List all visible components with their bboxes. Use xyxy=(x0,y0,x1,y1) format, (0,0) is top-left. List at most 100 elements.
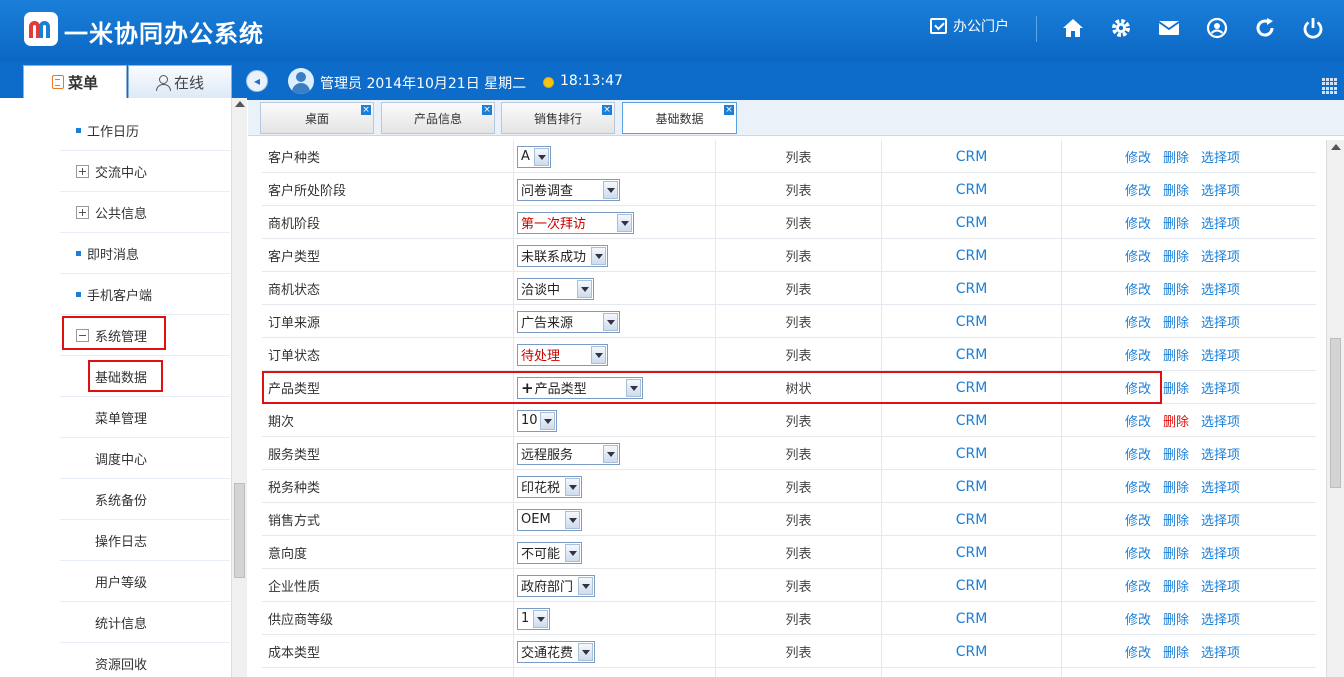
sidebar-item[interactable]: 菜单管理 xyxy=(60,397,230,438)
value-select[interactable]: 交通花费 xyxy=(517,640,595,663)
main-scrollbar[interactable] xyxy=(1326,140,1344,677)
sidebar-item[interactable]: 手机客户端 xyxy=(60,274,230,315)
grid-icon[interactable] xyxy=(1322,78,1338,94)
chevron-down-icon[interactable] xyxy=(533,609,548,628)
delete-link[interactable]: 删除 xyxy=(1163,477,1189,496)
sidebar-scrollbar[interactable] xyxy=(231,98,247,677)
value-select[interactable]: 广告来源 xyxy=(517,310,620,333)
edit-link[interactable]: 修改 xyxy=(1125,543,1151,562)
value-select[interactable]: 远程服务 xyxy=(517,442,620,465)
edit-link[interactable]: 修改 xyxy=(1125,609,1151,628)
delete-link[interactable]: 删除 xyxy=(1163,543,1189,562)
scroll-up-arrow-icon[interactable] xyxy=(235,101,245,107)
main-scroll-thumb[interactable] xyxy=(1330,338,1341,488)
chevron-down-icon[interactable] xyxy=(578,576,593,595)
options-link[interactable]: 选择项 xyxy=(1201,543,1240,562)
value-select[interactable]: A xyxy=(517,145,551,168)
options-link[interactable]: 选择项 xyxy=(1201,477,1240,496)
options-link[interactable]: 选择项 xyxy=(1201,444,1240,463)
delete-link[interactable]: 删除 xyxy=(1163,609,1189,628)
edit-link[interactable]: 修改 xyxy=(1125,279,1151,298)
delete-link[interactable]: 删除 xyxy=(1163,279,1189,298)
sidebar-item[interactable]: 系统备份 xyxy=(60,479,230,520)
options-link[interactable]: 选择项 xyxy=(1201,279,1240,298)
sidebar-item[interactable]: 公共信息 xyxy=(60,192,230,233)
delete-link[interactable]: 删除 xyxy=(1163,444,1189,463)
options-link[interactable]: 选择项 xyxy=(1201,345,1240,364)
gear-icon[interactable] xyxy=(1108,14,1134,42)
chevron-down-icon[interactable] xyxy=(565,477,580,496)
delete-link[interactable]: 删除 xyxy=(1163,576,1189,595)
close-icon[interactable]: × xyxy=(602,105,612,115)
options-link[interactable]: 选择项 xyxy=(1201,246,1240,265)
delete-link[interactable]: 删除 xyxy=(1163,510,1189,529)
value-select[interactable]: OEM xyxy=(517,508,582,531)
tab[interactable]: 销售排行 × xyxy=(501,102,615,134)
chevron-down-icon[interactable] xyxy=(565,510,580,529)
sidebar-item[interactable]: 即时消息 xyxy=(60,233,230,274)
value-select[interactable]: 问卷调查 xyxy=(517,178,620,201)
home-icon[interactable] xyxy=(1060,14,1086,42)
close-icon[interactable]: × xyxy=(361,105,371,115)
sidebar-item[interactable]: 统计信息 xyxy=(60,602,230,643)
delete-link[interactable]: 删除 xyxy=(1163,642,1189,661)
edit-link[interactable]: 修改 xyxy=(1125,246,1151,265)
options-link[interactable]: 选择项 xyxy=(1201,642,1240,661)
value-select[interactable]: 待处理 xyxy=(517,343,608,366)
office-portal-link[interactable]: 办公门户 xyxy=(930,16,1009,36)
delete-link[interactable]: 删除 xyxy=(1163,411,1189,430)
edit-link[interactable]: 修改 xyxy=(1125,477,1151,496)
options-link[interactable]: 选择项 xyxy=(1201,213,1240,232)
value-select[interactable]: 印花税 xyxy=(517,475,582,498)
mail-icon[interactable] xyxy=(1156,14,1182,42)
sidebar-item[interactable]: 工作日历 xyxy=(60,110,230,151)
value-select[interactable]: 1 xyxy=(517,607,550,630)
collapse-sidebar-button[interactable]: ◂ xyxy=(246,70,268,92)
value-select[interactable]: 洽谈中 xyxy=(517,277,594,300)
delete-link[interactable]: 删除 xyxy=(1163,213,1189,232)
tab[interactable]: 基础数据 × xyxy=(622,102,737,134)
chevron-down-icon[interactable] xyxy=(534,147,549,166)
edit-link[interactable]: 修改 xyxy=(1125,147,1151,166)
value-select[interactable]: 第一次拜访 xyxy=(517,211,634,234)
sidebar-item[interactable]: 交流中心 xyxy=(60,151,230,192)
delete-link[interactable]: 删除 xyxy=(1163,246,1189,265)
edit-link[interactable]: 修改 xyxy=(1125,180,1151,199)
sidebar-item[interactable]: 用户等级 xyxy=(60,561,230,602)
delete-link[interactable]: 删除 xyxy=(1163,180,1189,199)
chevron-down-icon[interactable] xyxy=(591,345,606,364)
value-select[interactable]: 未联系成功 xyxy=(517,244,608,267)
delete-link[interactable]: 删除 xyxy=(1163,378,1189,397)
options-link[interactable]: 选择项 xyxy=(1201,510,1240,529)
expand-plus-icon[interactable] xyxy=(76,164,89,178)
value-select[interactable]: 10 xyxy=(517,409,557,432)
chevron-down-icon[interactable] xyxy=(540,411,555,430)
chevron-down-icon[interactable] xyxy=(565,543,580,562)
edit-link[interactable]: 修改 xyxy=(1125,312,1151,331)
options-link[interactable]: 选择项 xyxy=(1201,576,1240,595)
power-icon[interactable] xyxy=(1300,14,1326,42)
options-link[interactable]: 选择项 xyxy=(1201,378,1240,397)
delete-link[interactable]: 删除 xyxy=(1163,345,1189,364)
edit-link[interactable]: 修改 xyxy=(1125,213,1151,232)
close-icon[interactable]: × xyxy=(482,105,492,115)
expand-plus-icon[interactable] xyxy=(76,205,89,219)
edit-link[interactable]: 修改 xyxy=(1125,576,1151,595)
edit-link[interactable]: 修改 xyxy=(1125,510,1151,529)
tab[interactable]: 桌面 × xyxy=(260,102,374,134)
user-circle-icon[interactable] xyxy=(1204,14,1230,42)
edit-link[interactable]: 修改 xyxy=(1125,345,1151,364)
tab-online[interactable]: 在线 xyxy=(128,65,232,98)
tab-menu[interactable]: 菜单 xyxy=(23,65,127,98)
sidebar-item[interactable]: 资源回收 xyxy=(60,643,230,677)
sidebar-item[interactable]: 调度中心 xyxy=(60,438,230,479)
options-link[interactable]: 选择项 xyxy=(1201,147,1240,166)
scroll-up-arrow-icon[interactable] xyxy=(1331,144,1341,150)
chevron-down-icon[interactable] xyxy=(591,246,606,265)
options-link[interactable]: 选择项 xyxy=(1201,180,1240,199)
sidebar-item[interactable]: 操作日志 xyxy=(60,520,230,561)
options-link[interactable]: 选择项 xyxy=(1201,411,1240,430)
chevron-down-icon[interactable] xyxy=(603,180,618,199)
edit-link[interactable]: 修改 xyxy=(1125,642,1151,661)
options-link[interactable]: 选择项 xyxy=(1201,609,1240,628)
